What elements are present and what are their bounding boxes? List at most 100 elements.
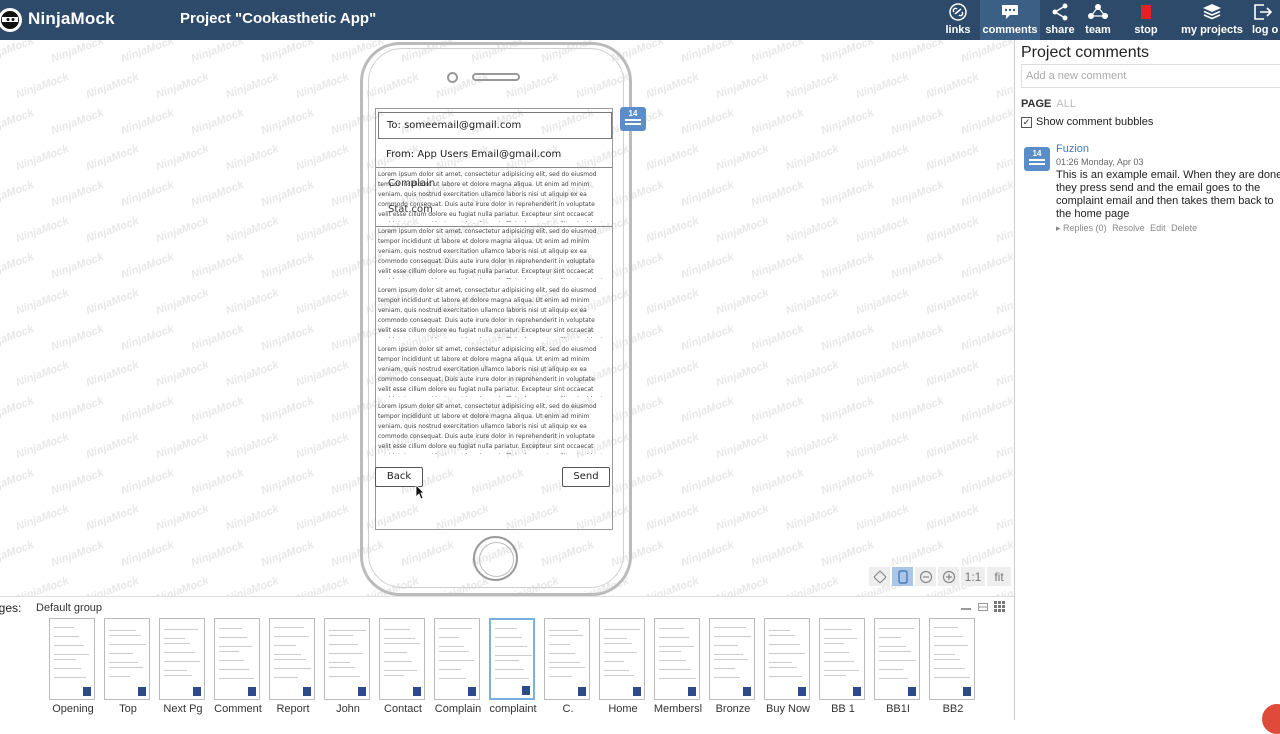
thumbnail-line — [274, 645, 296, 646]
watermark-text: NinjaMock — [819, 40, 876, 66]
watermark-text: NinjaMock — [0, 394, 36, 426]
thumbnail-line — [495, 669, 524, 670]
filter-page-tab[interactable]: PAGE — [1021, 98, 1051, 110]
page-thumbnail[interactable]: Bronze — [708, 617, 763, 717]
watermark-text: NinjaMock — [854, 142, 911, 174]
watermark-text: NinjaMock — [819, 250, 876, 282]
brand-name[interactable]: NinjaMock — [28, 9, 115, 29]
filter-all-tab[interactable]: ALL — [1056, 98, 1076, 110]
page-thumbnail[interactable]: Opening — [48, 617, 103, 717]
page-thumbnail[interactable]: Contact — [378, 617, 433, 717]
comment-author[interactable]: Fuzion — [1056, 143, 1089, 155]
page-thumbnail[interactable]: Complain — [433, 617, 488, 717]
show-bubbles-option[interactable]: ✓ Show comment bubbles — [1021, 116, 1153, 128]
watermark-text: NinjaMock — [889, 322, 946, 354]
watermark-text: NinjaMock — [924, 142, 981, 174]
page-thumbnail[interactable]: Report — [268, 617, 323, 717]
thumbnail-line — [219, 646, 252, 647]
collapse-icon[interactable] — [960, 603, 972, 611]
thumbnail-line — [274, 677, 298, 678]
thumbnail-line — [604, 643, 632, 644]
page-thumbnail[interactable]: BB1I — [873, 617, 928, 717]
thumbnail-line — [549, 653, 575, 654]
help-button[interactable] — [1262, 704, 1280, 734]
list-view-icon[interactable] — [978, 602, 988, 611]
watermark-text: NinjaMock — [889, 40, 946, 66]
toolbar-my-projects-button[interactable]: my projects — [1176, 0, 1248, 40]
watermark-text: NinjaMock — [679, 466, 736, 498]
toolbar-links-button[interactable]: links — [936, 0, 980, 40]
zoom-1to1-button[interactable]: 1:1 — [961, 567, 985, 586]
watermark-text: NinjaMock — [924, 214, 981, 246]
watermark-text: NinjaMock — [924, 286, 981, 318]
grid-view-icon[interactable] — [994, 601, 1005, 612]
comment-resolve-link[interactable]: Resolve — [1112, 223, 1145, 233]
page-thumbnail[interactable]: complaint — [488, 617, 543, 717]
new-comment-input[interactable]: Add a new comment — [1021, 64, 1280, 88]
comment-bubble-icon[interactable]: 14 — [1024, 147, 1050, 171]
page-thumbnail-label: Bronze — [715, 703, 751, 715]
zoom-in-button[interactable] — [938, 567, 959, 586]
page-thumbnail[interactable]: Membersl — [653, 617, 708, 717]
page-thumbnail[interactable]: Top — [103, 617, 158, 717]
design-canvas[interactable]: NinjaMock NinjaMock NinjaMock NinjaMock Ninj… — [0, 40, 1014, 596]
thumbnail-line — [659, 637, 689, 638]
page-marker-icon — [578, 687, 586, 696]
comment-replies-link[interactable]: ▸ Replies (0) — [1056, 223, 1107, 233]
thumbnail-line — [329, 644, 358, 645]
comment-delete-link[interactable]: Delete — [1171, 223, 1197, 233]
watermark-text: NinjaMock — [154, 70, 211, 102]
page-thumbnail[interactable]: Comment — [213, 617, 268, 717]
zoom-fit-button[interactable]: fit — [987, 567, 1011, 586]
thumbnail-line — [495, 660, 519, 661]
page-thumbnail[interactable]: Home — [598, 617, 653, 717]
watermark-text: NinjaMock — [714, 142, 771, 174]
watermark-text: NinjaMock — [224, 502, 281, 534]
thumbnail-line — [549, 667, 585, 668]
thumbnail-line — [495, 678, 529, 679]
from-field[interactable]: From: App Users Email@gmail.com — [378, 141, 612, 168]
watermark-text: NinjaMock — [189, 538, 246, 570]
watermark-text: NinjaMock — [644, 574, 701, 596]
page-thumbnail[interactable]: BB 1 — [818, 617, 873, 717]
thumbnail-line — [659, 678, 696, 679]
body-paragraph[interactable]: Lorem ipsum dolor sit amet, consectetur … — [376, 227, 611, 279]
page-thumbnail-preview — [819, 618, 865, 700]
thumbnail-line — [714, 668, 735, 669]
watermark-text: NinjaMock — [959, 106, 1014, 138]
send-button[interactable]: Send — [562, 467, 610, 487]
watermark-text: NinjaMock — [294, 286, 351, 318]
page-thumbnail[interactable]: Buy Now — [763, 617, 818, 717]
fullscreen-button[interactable] — [869, 567, 890, 586]
watermark-text: NinjaMock — [994, 142, 1014, 174]
device-view-button[interactable] — [892, 567, 913, 586]
watermark-text: NinjaMock — [924, 358, 981, 390]
body-paragraph[interactable]: Lorem ipsum dolor sit amet, consectetur … — [376, 286, 611, 338]
thumbnail-line — [604, 652, 637, 653]
watermark-text: NinjaMock — [854, 286, 911, 318]
body-paragraph[interactable]: Lorem ipsum dolor sit amet, consectetur … — [376, 402, 611, 454]
page-thumbnail-preview — [599, 618, 645, 700]
comment-bubble[interactable]: 14 — [620, 107, 646, 131]
show-bubbles-checkbox[interactable]: ✓ — [1021, 116, 1032, 128]
pages-group-name[interactable]: Default group — [36, 602, 102, 614]
toolbar-stop-button[interactable]: stop — [1116, 0, 1176, 40]
thumbnail-line — [109, 644, 146, 645]
comment-edit-link[interactable]: Edit — [1150, 223, 1166, 233]
zoom-out-button[interactable] — [915, 567, 936, 586]
page-thumbnail[interactable]: John — [323, 617, 378, 717]
toolbar-comments-button[interactable]: comments — [980, 0, 1040, 40]
body-paragraph[interactable]: Lorem ipsum dolor sit amet, consectetur … — [376, 345, 611, 397]
toolbar-team-button[interactable]: team — [1080, 0, 1116, 40]
page-thumbnail[interactable]: Next Pg — [158, 617, 213, 717]
toolbar-share-button[interactable]: share — [1040, 0, 1080, 40]
toolbar-logout-button[interactable]: log o — [1248, 0, 1280, 40]
watermark-text: NinjaMock — [959, 178, 1014, 210]
thumbnail-line — [604, 661, 624, 662]
page-thumbnail[interactable]: C. — [543, 617, 598, 717]
watermark-text: NinjaMock — [749, 40, 806, 66]
thumbnail-line — [604, 670, 629, 671]
to-field[interactable]: To: someemail@gmail.com — [378, 112, 612, 139]
page-thumbnail[interactable]: BB2 — [928, 617, 983, 717]
thumbnail-line — [824, 670, 859, 671]
